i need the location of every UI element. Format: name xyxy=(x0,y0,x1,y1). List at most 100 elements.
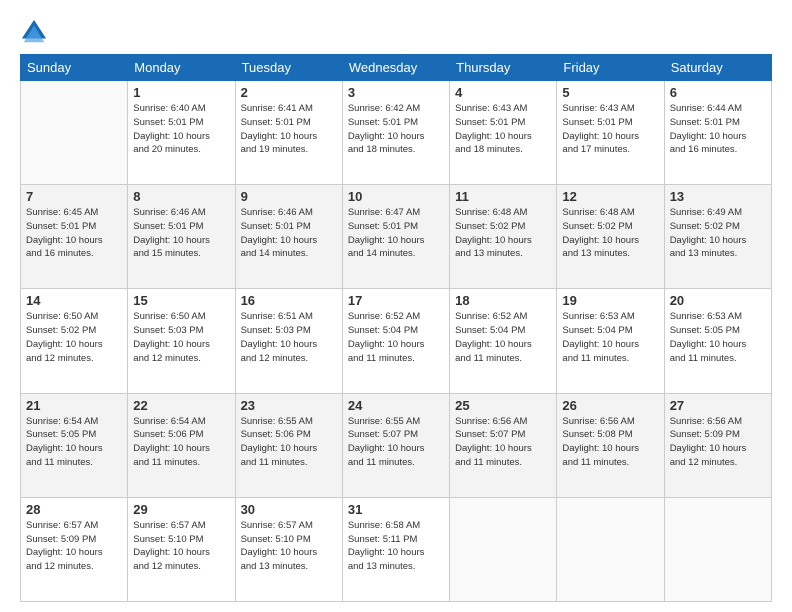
day-number: 29 xyxy=(133,502,229,517)
day-info: Sunrise: 6:46 AM Sunset: 5:01 PM Dayligh… xyxy=(241,206,337,261)
weekday-header-wednesday: Wednesday xyxy=(342,55,449,81)
calendar-cell: 26Sunrise: 6:56 AM Sunset: 5:08 PM Dayli… xyxy=(557,393,664,497)
day-info: Sunrise: 6:54 AM Sunset: 5:05 PM Dayligh… xyxy=(26,415,122,470)
day-number: 12 xyxy=(562,189,658,204)
calendar-row-1: 7 Sunrise: 6:45 AM Sunset: 5:01 PM Daylig… xyxy=(21,185,772,289)
calendar-cell: 24Sunrise: 6:55 AM Sunset: 5:07 PM Dayli… xyxy=(342,393,449,497)
day-number: 4 xyxy=(455,85,551,100)
calendar-cell: 3 Sunrise: 6:42 AM Sunset: 5:01 PM Daylig… xyxy=(342,81,449,185)
day-info: Sunrise: 6:57 AM Sunset: 5:09 PM Dayligh… xyxy=(26,519,122,574)
calendar-cell: 9Sunrise: 6:46 AM Sunset: 5:01 PM Daylig… xyxy=(235,185,342,289)
day-number: 25 xyxy=(455,398,551,413)
calendar-cell: 30Sunrise: 6:57 AM Sunset: 5:10 PM Dayli… xyxy=(235,497,342,601)
day-info: Sunrise: 6:53 AM Sunset: 5:05 PM Dayligh… xyxy=(670,310,766,365)
day-number: 16 xyxy=(241,293,337,308)
day-info: Sunrise: 6:53 AM Sunset: 5:04 PM Dayligh… xyxy=(562,310,658,365)
calendar-cell: 29 Sunrise: 6:57 AM Sunset: 5:10 PM Dayli… xyxy=(128,497,235,601)
day-info: Sunrise: 6:42 AM Sunset: 5:01 PM Dayligh… xyxy=(348,102,444,157)
day-info: Sunrise: 6:44 AM Sunset: 5:01 PM Dayligh… xyxy=(670,102,766,157)
calendar-cell: 25 Sunrise: 6:56 AM Sunset: 5:07 PM Dayli… xyxy=(450,393,557,497)
day-number: 3 xyxy=(348,85,444,100)
calendar-cell: 1 Sunrise: 6:40 AM Sunset: 5:01 PM Daylig… xyxy=(128,81,235,185)
weekday-header-row: SundayMondayTuesdayWednesdayThursdayFrid… xyxy=(21,55,772,81)
day-info: Sunrise: 6:55 AM Sunset: 5:06 PM Dayligh… xyxy=(241,415,337,470)
day-info: Sunrise: 6:52 AM Sunset: 5:04 PM Dayligh… xyxy=(348,310,444,365)
calendar-row-3: 21 Sunrise: 6:54 AM Sunset: 5:05 PM Dayli… xyxy=(21,393,772,497)
weekday-header-sunday: Sunday xyxy=(21,55,128,81)
day-number: 8 xyxy=(133,189,229,204)
day-number: 20 xyxy=(670,293,766,308)
calendar-cell: 5Sunrise: 6:43 AM Sunset: 5:01 PM Daylig… xyxy=(557,81,664,185)
day-info: Sunrise: 6:55 AM Sunset: 5:07 PM Dayligh… xyxy=(348,415,444,470)
calendar-cell xyxy=(450,497,557,601)
calendar-row-4: 28 Sunrise: 6:57 AM Sunset: 5:09 PM Dayli… xyxy=(21,497,772,601)
day-number: 31 xyxy=(348,502,444,517)
day-info: Sunrise: 6:45 AM Sunset: 5:01 PM Dayligh… xyxy=(26,206,122,261)
day-info: Sunrise: 6:57 AM Sunset: 5:10 PM Dayligh… xyxy=(133,519,229,574)
page: SundayMondayTuesdayWednesdayThursdayFrid… xyxy=(0,0,792,612)
calendar-cell: 7 Sunrise: 6:45 AM Sunset: 5:01 PM Daylig… xyxy=(21,185,128,289)
day-info: Sunrise: 6:54 AM Sunset: 5:06 PM Dayligh… xyxy=(133,415,229,470)
day-info: Sunrise: 6:52 AM Sunset: 5:04 PM Dayligh… xyxy=(455,310,551,365)
day-number: 21 xyxy=(26,398,122,413)
calendar: SundayMondayTuesdayWednesdayThursdayFrid… xyxy=(20,54,772,602)
calendar-cell: 2 Sunrise: 6:41 AM Sunset: 5:01 PM Daylig… xyxy=(235,81,342,185)
day-info: Sunrise: 6:46 AM Sunset: 5:01 PM Dayligh… xyxy=(133,206,229,261)
day-info: Sunrise: 6:56 AM Sunset: 5:07 PM Dayligh… xyxy=(455,415,551,470)
calendar-cell: 15 Sunrise: 6:50 AM Sunset: 5:03 PM Dayli… xyxy=(128,289,235,393)
header xyxy=(20,18,772,46)
day-info: Sunrise: 6:56 AM Sunset: 5:08 PM Dayligh… xyxy=(562,415,658,470)
day-number: 2 xyxy=(241,85,337,100)
day-number: 7 xyxy=(26,189,122,204)
calendar-cell xyxy=(21,81,128,185)
day-info: Sunrise: 6:58 AM Sunset: 5:11 PM Dayligh… xyxy=(348,519,444,574)
calendar-cell: 22 Sunrise: 6:54 AM Sunset: 5:06 PM Dayli… xyxy=(128,393,235,497)
calendar-row-2: 14Sunrise: 6:50 AM Sunset: 5:02 PM Dayli… xyxy=(21,289,772,393)
calendar-cell: 6 Sunrise: 6:44 AM Sunset: 5:01 PM Daylig… xyxy=(664,81,771,185)
weekday-header-tuesday: Tuesday xyxy=(235,55,342,81)
calendar-cell: 21 Sunrise: 6:54 AM Sunset: 5:05 PM Dayli… xyxy=(21,393,128,497)
calendar-cell: 28 Sunrise: 6:57 AM Sunset: 5:09 PM Dayli… xyxy=(21,497,128,601)
day-number: 6 xyxy=(670,85,766,100)
day-number: 27 xyxy=(670,398,766,413)
calendar-cell: 23Sunrise: 6:55 AM Sunset: 5:06 PM Dayli… xyxy=(235,393,342,497)
day-info: Sunrise: 6:43 AM Sunset: 5:01 PM Dayligh… xyxy=(455,102,551,157)
calendar-cell: 27 Sunrise: 6:56 AM Sunset: 5:09 PM Dayli… xyxy=(664,393,771,497)
day-info: Sunrise: 6:51 AM Sunset: 5:03 PM Dayligh… xyxy=(241,310,337,365)
day-info: Sunrise: 6:41 AM Sunset: 5:01 PM Dayligh… xyxy=(241,102,337,157)
weekday-header-thursday: Thursday xyxy=(450,55,557,81)
calendar-cell: 10Sunrise: 6:47 AM Sunset: 5:01 PM Dayli… xyxy=(342,185,449,289)
day-number: 17 xyxy=(348,293,444,308)
calendar-cell: 13 Sunrise: 6:49 AM Sunset: 5:02 PM Dayli… xyxy=(664,185,771,289)
day-info: Sunrise: 6:48 AM Sunset: 5:02 PM Dayligh… xyxy=(562,206,658,261)
weekday-header-monday: Monday xyxy=(128,55,235,81)
logo xyxy=(20,18,52,46)
calendar-cell: 20 Sunrise: 6:53 AM Sunset: 5:05 PM Dayli… xyxy=(664,289,771,393)
calendar-cell: 17 Sunrise: 6:52 AM Sunset: 5:04 PM Dayli… xyxy=(342,289,449,393)
day-info: Sunrise: 6:56 AM Sunset: 5:09 PM Dayligh… xyxy=(670,415,766,470)
calendar-cell: 11 Sunrise: 6:48 AM Sunset: 5:02 PM Dayli… xyxy=(450,185,557,289)
day-number: 11 xyxy=(455,189,551,204)
day-number: 5 xyxy=(562,85,658,100)
day-number: 10 xyxy=(348,189,444,204)
day-number: 15 xyxy=(133,293,229,308)
day-number: 19 xyxy=(562,293,658,308)
calendar-row-0: 1 Sunrise: 6:40 AM Sunset: 5:01 PM Daylig… xyxy=(21,81,772,185)
calendar-cell: 18 Sunrise: 6:52 AM Sunset: 5:04 PM Dayli… xyxy=(450,289,557,393)
calendar-cell: 4 Sunrise: 6:43 AM Sunset: 5:01 PM Daylig… xyxy=(450,81,557,185)
day-number: 14 xyxy=(26,293,122,308)
day-info: Sunrise: 6:50 AM Sunset: 5:03 PM Dayligh… xyxy=(133,310,229,365)
day-number: 13 xyxy=(670,189,766,204)
day-number: 1 xyxy=(133,85,229,100)
calendar-cell xyxy=(664,497,771,601)
weekday-header-saturday: Saturday xyxy=(664,55,771,81)
calendar-cell: 31 Sunrise: 6:58 AM Sunset: 5:11 PM Dayli… xyxy=(342,497,449,601)
day-number: 22 xyxy=(133,398,229,413)
day-number: 18 xyxy=(455,293,551,308)
day-number: 28 xyxy=(26,502,122,517)
day-info: Sunrise: 6:49 AM Sunset: 5:02 PM Dayligh… xyxy=(670,206,766,261)
calendar-cell: 12 Sunrise: 6:48 AM Sunset: 5:02 PM Dayli… xyxy=(557,185,664,289)
day-info: Sunrise: 6:57 AM Sunset: 5:10 PM Dayligh… xyxy=(241,519,337,574)
day-info: Sunrise: 6:48 AM Sunset: 5:02 PM Dayligh… xyxy=(455,206,551,261)
day-info: Sunrise: 6:40 AM Sunset: 5:01 PM Dayligh… xyxy=(133,102,229,157)
